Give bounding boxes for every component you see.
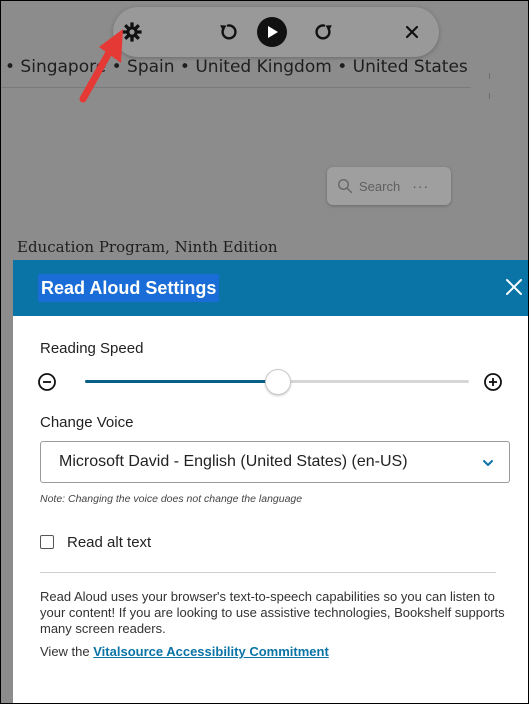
forward-icon — [315, 24, 332, 40]
reading-speed-slider[interactable] — [85, 369, 469, 395]
info-view-prefix: View the — [40, 644, 94, 659]
read-aloud-toolbar — [113, 7, 439, 57]
scroll-tick — [489, 73, 490, 79]
panel-title: Read Aloud Settings — [38, 274, 220, 302]
info-description: Read Aloud uses your browser's text-to-s… — [40, 589, 505, 636]
scroll-tick — [489, 93, 490, 99]
annotation-arrow-icon — [79, 29, 123, 103]
read-alt-text-checkbox[interactable] — [40, 535, 54, 549]
read-aloud-info: Read Aloud uses your browser's text-to-s… — [40, 589, 510, 660]
read-aloud-settings-panel: Read Aloud Settings Reading Speed Change… — [13, 260, 528, 703]
close-panel-button[interactable] — [499, 272, 528, 302]
reading-speed-label: Reading Speed — [40, 340, 144, 357]
read-alt-text-label: Read alt text — [67, 533, 152, 551]
rewind-icon — [220, 24, 237, 40]
more-options-icon[interactable]: ··· — [412, 178, 429, 194]
app-frame: • Singapore • Spain • United Kingdom • U… — [0, 0, 529, 704]
search-box[interactable]: Search ··· — [327, 167, 451, 205]
rewind-button[interactable] — [211, 15, 245, 49]
accessibility-commitment-link[interactable]: Vitalsource Accessibility Commitment — [93, 644, 329, 659]
read-alt-text-option: Read alt text — [40, 532, 151, 552]
play-button[interactable] — [255, 15, 289, 49]
close-toolbar-button[interactable] — [395, 15, 429, 49]
search-icon — [337, 178, 353, 194]
voice-select[interactable]: Microsoft David - English (United States… — [40, 441, 510, 483]
search-placeholder: Search — [359, 178, 401, 194]
play-icon — [257, 17, 287, 47]
change-voice-label: Change Voice — [40, 414, 134, 431]
close-icon — [506, 279, 522, 295]
book-title-fragment: Education Program, Ninth Edition — [17, 238, 278, 256]
increase-speed-icon[interactable] — [483, 372, 503, 392]
panel-header: Read Aloud Settings — [13, 260, 528, 316]
slider-fill — [85, 380, 277, 383]
chevron-down-icon — [483, 460, 493, 466]
forward-button[interactable] — [307, 15, 341, 49]
voice-note: Note: Changing the voice does not change… — [40, 493, 303, 505]
reading-speed-slider-row — [37, 368, 507, 396]
decrease-speed-icon[interactable] — [37, 372, 57, 392]
voice-selected-value: Microsoft David - English (United States… — [59, 453, 408, 470]
close-icon — [405, 25, 419, 39]
info-link-row: View the Vitalsource Accessibility Commi… — [40, 644, 510, 660]
divider — [40, 572, 496, 573]
slider-thumb[interactable] — [265, 369, 291, 395]
